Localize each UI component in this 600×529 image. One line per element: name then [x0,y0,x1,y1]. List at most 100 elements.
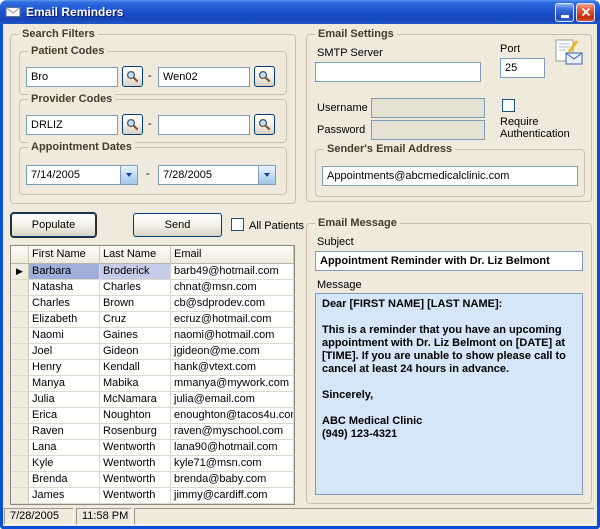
require-authentication-checkbox[interactable] [502,99,515,112]
password-input[interactable] [371,120,485,140]
sender-email-input[interactable] [322,166,578,186]
table-row[interactable]: KyleWentworthkyle71@msn.com [11,456,294,472]
grid-cell[interactable]: Henry [29,360,100,376]
appointment-date-to-dropdown[interactable]: 7/28/2005 [158,165,276,185]
grid-cell[interactable]: kyle71@msn.com [171,456,294,472]
grid-cell[interactable]: hank@vtext.com [171,360,294,376]
username-input[interactable] [371,98,485,118]
table-row[interactable]: RavenRosenburgraven@myschool.com [11,424,294,440]
row-selector[interactable] [11,280,29,296]
row-selector[interactable] [11,472,29,488]
patient-code-to-search-button[interactable] [254,66,275,87]
grid-cell[interactable]: Julia [29,392,100,408]
row-selector[interactable] [11,376,29,392]
row-selector[interactable] [11,424,29,440]
grid-cell[interactable]: mmanya@mywork.com [171,376,294,392]
grid-cell[interactable]: Brenda [29,472,100,488]
table-row[interactable]: HenryKendallhank@vtext.com [11,360,294,376]
grid-cell[interactable]: naomi@hotmail.com [171,328,294,344]
row-selector[interactable]: ▶ [11,264,29,280]
row-selector[interactable] [11,296,29,312]
grid-cell[interactable]: Manya [29,376,100,392]
row-selector[interactable] [11,344,29,360]
grid-cell[interactable]: julia@email.com [171,392,294,408]
grid-cell[interactable]: Cruz [100,312,171,328]
grid-cell[interactable]: Gaines [100,328,171,344]
provider-code-from-input[interactable] [26,115,118,135]
grid-cell[interactable]: cb@sdprodev.com [171,296,294,312]
grid-cell[interactable]: Wentworth [100,472,171,488]
grid-cell[interactable]: jimmy@cardiff.com [171,488,294,504]
table-row[interactable]: JuliaMcNamarajulia@email.com [11,392,294,408]
smtp-server-input[interactable] [315,62,481,82]
patient-code-to-input[interactable] [158,67,250,87]
column-header-last-name[interactable]: Last Name [100,246,171,264]
row-selector[interactable] [11,360,29,376]
send-button[interactable]: Send [133,213,222,237]
grid-cell[interactable]: lana90@hotmail.com [171,440,294,456]
grid-cell[interactable]: Barbara [29,264,100,280]
populate-button[interactable]: Populate [11,213,96,237]
row-selector[interactable] [11,328,29,344]
table-row[interactable]: JamesWentworthjimmy@cardiff.com [11,488,294,504]
appointment-date-from-dropdown[interactable]: 7/14/2005 [26,165,138,185]
grid-cell[interactable]: Natasha [29,280,100,296]
table-row[interactable]: ElizabethCruzecruz@hotmail.com [11,312,294,328]
close-button[interactable] [576,3,595,22]
grid-cell[interactable]: barb49@hotmail.com [171,264,294,280]
table-row[interactable]: NaomiGainesnaomi@hotmail.com [11,328,294,344]
minimize-button[interactable] [555,3,574,22]
row-selector[interactable] [11,408,29,424]
grid-cell[interactable]: Brown [100,296,171,312]
patient-code-from-input[interactable] [26,67,118,87]
grid-cell[interactable]: Erica [29,408,100,424]
grid-cell[interactable]: Broderick [100,264,171,280]
grid-cell[interactable]: Rosenburg [100,424,171,440]
table-row[interactable]: LanaWentworthlana90@hotmail.com [11,440,294,456]
table-row[interactable]: CharlesBrowncb@sdprodev.com [11,296,294,312]
grid-cell[interactable]: chnat@msn.com [171,280,294,296]
grid-cell[interactable]: raven@myschool.com [171,424,294,440]
table-row[interactable]: BrendaWentworthbrenda@baby.com [11,472,294,488]
port-input[interactable] [500,58,545,78]
grid-corner-cell[interactable] [11,246,29,264]
grid-cell[interactable]: jgideon@me.com [171,344,294,360]
table-row[interactable]: EricaNoughtonenoughton@tacos4u.com [11,408,294,424]
grid-cell[interactable]: Mabika [100,376,171,392]
provider-code-to-input[interactable] [158,115,250,135]
grid-cell[interactable]: enoughton@tacos4u.com [171,408,294,424]
grid-cell[interactable]: Joel [29,344,100,360]
grid-cell[interactable]: Naomi [29,328,100,344]
grid-cell[interactable]: ecruz@hotmail.com [171,312,294,328]
grid-cell[interactable]: Noughton [100,408,171,424]
table-row[interactable]: ▶BarbaraBroderickbarb49@hotmail.com [11,264,294,280]
provider-code-from-search-button[interactable] [122,114,143,135]
table-row[interactable]: NatashaCharleschnat@msn.com [11,280,294,296]
grid-cell[interactable]: Raven [29,424,100,440]
grid-cell[interactable]: Wentworth [100,488,171,504]
table-row[interactable]: ManyaMabikammanya@mywork.com [11,376,294,392]
column-header-first-name[interactable]: First Name [29,246,100,264]
row-selector[interactable] [11,312,29,328]
grid-cell[interactable]: brenda@baby.com [171,472,294,488]
table-row[interactable]: JoelGideonjgideon@me.com [11,344,294,360]
grid-cell[interactable]: Gideon [100,344,171,360]
grid-cell[interactable]: Wentworth [100,440,171,456]
message-textarea[interactable]: Dear [FIRST NAME] [LAST NAME]: This is a… [315,293,583,495]
grid-cell[interactable]: Charles [100,280,171,296]
grid-cell[interactable]: Wentworth [100,456,171,472]
titlebar[interactable]: Email Reminders [0,0,600,24]
grid-cell[interactable]: Kyle [29,456,100,472]
grid-cell[interactable]: Elizabeth [29,312,100,328]
row-selector[interactable] [11,440,29,456]
column-header-email[interactable]: Email [171,246,294,264]
all-patients-checkbox[interactable] [231,218,244,231]
patient-code-from-search-button[interactable] [122,66,143,87]
grid-cell[interactable]: McNamara [100,392,171,408]
all-patients-option[interactable]: All Patients [231,218,304,232]
patient-grid[interactable]: First Name Last Name Email ▶BarbaraBrode… [10,245,295,505]
grid-cell[interactable]: Charles [29,296,100,312]
row-selector[interactable] [11,488,29,504]
row-selector[interactable] [11,392,29,408]
subject-input[interactable] [315,251,583,271]
